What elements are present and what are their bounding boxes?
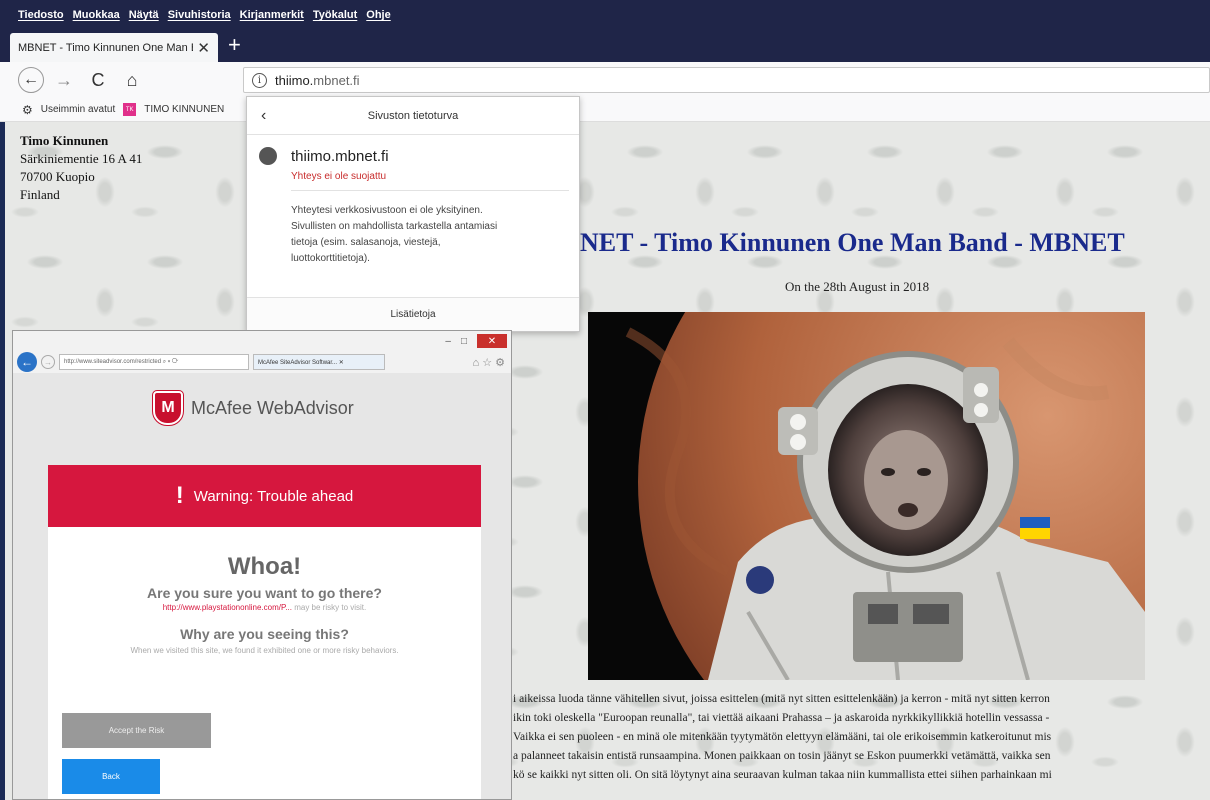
- popup-description: Yhteytesi verkkosivustoon ei ole yksityi…: [247, 191, 579, 267]
- connection-insecure-label: Yhteys ei ole suojattu: [291, 171, 387, 182]
- mcafee-logo: M McAfee WebAdvisor: [152, 390, 354, 426]
- accept-risk-button[interactable]: Accept the Risk: [62, 713, 211, 748]
- risky-url: http://www.playstationonline.com/P...: [162, 603, 292, 612]
- site-paragraph: i aikeissa luoda tänne vähitellen sivut,…: [513, 690, 1210, 785]
- url-host: mbnet.fi: [313, 72, 360, 88]
- tab-mbnet[interactable]: MBNET - Timo Kinnunen One Man Band ✕: [10, 33, 218, 62]
- ie-caption-bar: – □ ✕: [13, 331, 511, 351]
- popup-desc-line: tietoja (esim. salasanoja, viestejä,: [291, 237, 441, 248]
- contact-name: Timo Kinnunen: [20, 133, 109, 148]
- menu-edit[interactable]: Muokkaa: [73, 9, 120, 21]
- why-description: When we visited this site, we found it e…: [130, 646, 399, 655]
- ie-toolbar-icons[interactable]: ⌂ ☆ ⚙: [473, 356, 505, 369]
- menu-help[interactable]: Ohje: [366, 9, 390, 21]
- tab-title: MBNET - Timo Kinnunen One Man Band: [18, 41, 193, 54]
- mcafee-warning-window: – □ ✕ ← → http://www.siteadvisor.com/res…: [12, 330, 512, 800]
- mcafee-shield-icon: M: [152, 390, 184, 426]
- minimize-icon[interactable]: –: [445, 336, 451, 347]
- why-heading: Why are you seeing this?: [180, 626, 349, 642]
- site-title: NET - Timo Kinnunen One Man Band - MBNET: [580, 228, 1125, 257]
- contact-city: 70700 Kuopio: [20, 169, 95, 184]
- popup-header: ‹ Sivuston tietoturva: [247, 97, 579, 135]
- globe-icon: [259, 147, 277, 165]
- popup-desc-line: luottokorttitietoja).: [291, 253, 370, 264]
- reload-button[interactable]: C: [84, 66, 112, 94]
- tab-strip: MBNET - Timo Kinnunen One Man Band ✕ +: [0, 30, 1210, 62]
- popup-host: thiimo.mbnet.fi: [291, 147, 389, 165]
- home-button[interactable]: ⌂: [118, 66, 146, 94]
- menu-history[interactable]: Sivuhistoria: [168, 9, 231, 21]
- ie-forward-icon[interactable]: →: [41, 355, 55, 369]
- paragraph-line: i aikeissa luoda tänne vähitellen sivut,…: [513, 693, 1050, 705]
- popup-desc-line: Yhteytesi verkkosivustoon ei ole yksityi…: [291, 205, 483, 216]
- warning-icon: !: [175, 482, 184, 509]
- menu-bar: Tiedosto Muokkaa Näytä Sivuhistoria Kirj…: [0, 0, 1210, 30]
- new-tab-icon[interactable]: +: [228, 34, 241, 56]
- astronaut-photo: [588, 312, 1145, 680]
- question-heading: Are you sure you want to go there?: [147, 585, 382, 601]
- bookmark-timo[interactable]: TIMO KINNUNEN: [144, 104, 224, 115]
- whoa-heading: Whoa!: [227, 553, 302, 580]
- ie-toolbar: ← → http://www.siteadvisor.com/restricte…: [13, 351, 511, 373]
- bookmark-frequent[interactable]: Useimmin avatut: [41, 104, 115, 115]
- site-info-icon[interactable]: i: [252, 72, 267, 88]
- url-prefix: thiimo.: [275, 72, 314, 88]
- site-security-popup: ‹ Sivuston tietoturva thiimo.mbnet.fi Yh…: [246, 96, 580, 332]
- back-button[interactable]: ←: [18, 67, 44, 93]
- gear-icon: ⚙: [22, 102, 33, 117]
- contact-country: Finland: [20, 187, 60, 202]
- more-info-button[interactable]: Lisätietoja: [247, 297, 579, 331]
- paragraph-line: Vaikka ei sen puoleen - en minä ole mite…: [513, 731, 1052, 743]
- url-text: thiimo.mbnet.fi: [275, 73, 360, 88]
- popup-title: Sivuston tietoturva: [367, 109, 459, 122]
- close-tab-icon[interactable]: ✕: [197, 39, 210, 57]
- warning-text: Warning: Trouble ahead: [193, 487, 354, 505]
- popup-site-row: thiimo.mbnet.fi: [247, 135, 579, 165]
- mcafee-brand: McAfee WebAdvisor: [191, 397, 354, 418]
- menu-view[interactable]: Näytä: [129, 9, 159, 21]
- contact-address: Timo Kinnunen Särkiniementie 16 A 41 707…: [20, 132, 142, 204]
- astronaut-image: [588, 312, 1145, 680]
- menu-tools[interactable]: Työkalut: [313, 9, 357, 21]
- maximize-icon[interactable]: □: [461, 336, 467, 347]
- warning-card: ! Warning: Trouble ahead Whoa! Are you s…: [48, 465, 481, 799]
- popup-back-icon[interactable]: ‹: [261, 107, 266, 125]
- ie-back-icon[interactable]: ←: [17, 352, 37, 372]
- url-bar[interactable]: i thiimo.mbnet.fi: [243, 67, 1210, 93]
- menu-file[interactable]: Tiedosto: [18, 9, 64, 21]
- ie-address-bar[interactable]: http://www.siteadvisor.com/restricted ⌕ …: [59, 354, 249, 370]
- contact-street: Särkiniementie 16 A 41: [20, 151, 143, 166]
- paragraph-line: ikin toki oleskella "Euroopan reunalla",…: [513, 712, 1050, 724]
- close-window-icon[interactable]: ✕: [477, 334, 507, 348]
- site-date: On the 28th August in 2018: [785, 279, 930, 294]
- paragraph-line: a palanneet takaisin entistä runsaampina…: [513, 750, 1051, 762]
- popup-desc-line: Sivullisten on mahdollista tarkastella a…: [291, 221, 498, 232]
- ie-tab[interactable]: McAfee SiteAdvisor Softwar... ✕: [253, 354, 385, 370]
- forward-button[interactable]: →: [50, 66, 78, 94]
- menu-bookmarks[interactable]: Kirjanmerkit: [240, 9, 304, 21]
- risky-url-line: http://www.playstationonline.com/P... ma…: [48, 603, 481, 612]
- site-favicon-icon: TK: [123, 103, 137, 116]
- warning-banner: ! Warning: Trouble ahead: [48, 465, 481, 527]
- risky-url-suffix: may be risky to visit.: [292, 603, 367, 612]
- bookmarks-toolbar: ⚙ Useimmin avatut TK TIMO KINNUNEN: [0, 98, 1210, 122]
- nav-bar: ← → C ⌂ i thiimo.mbnet.fi: [0, 62, 1210, 98]
- back-to-safety-button[interactable]: Back: [62, 759, 160, 794]
- paragraph-line: kö se kaikki nyt sitten oli. On sitä löy…: [513, 769, 1052, 781]
